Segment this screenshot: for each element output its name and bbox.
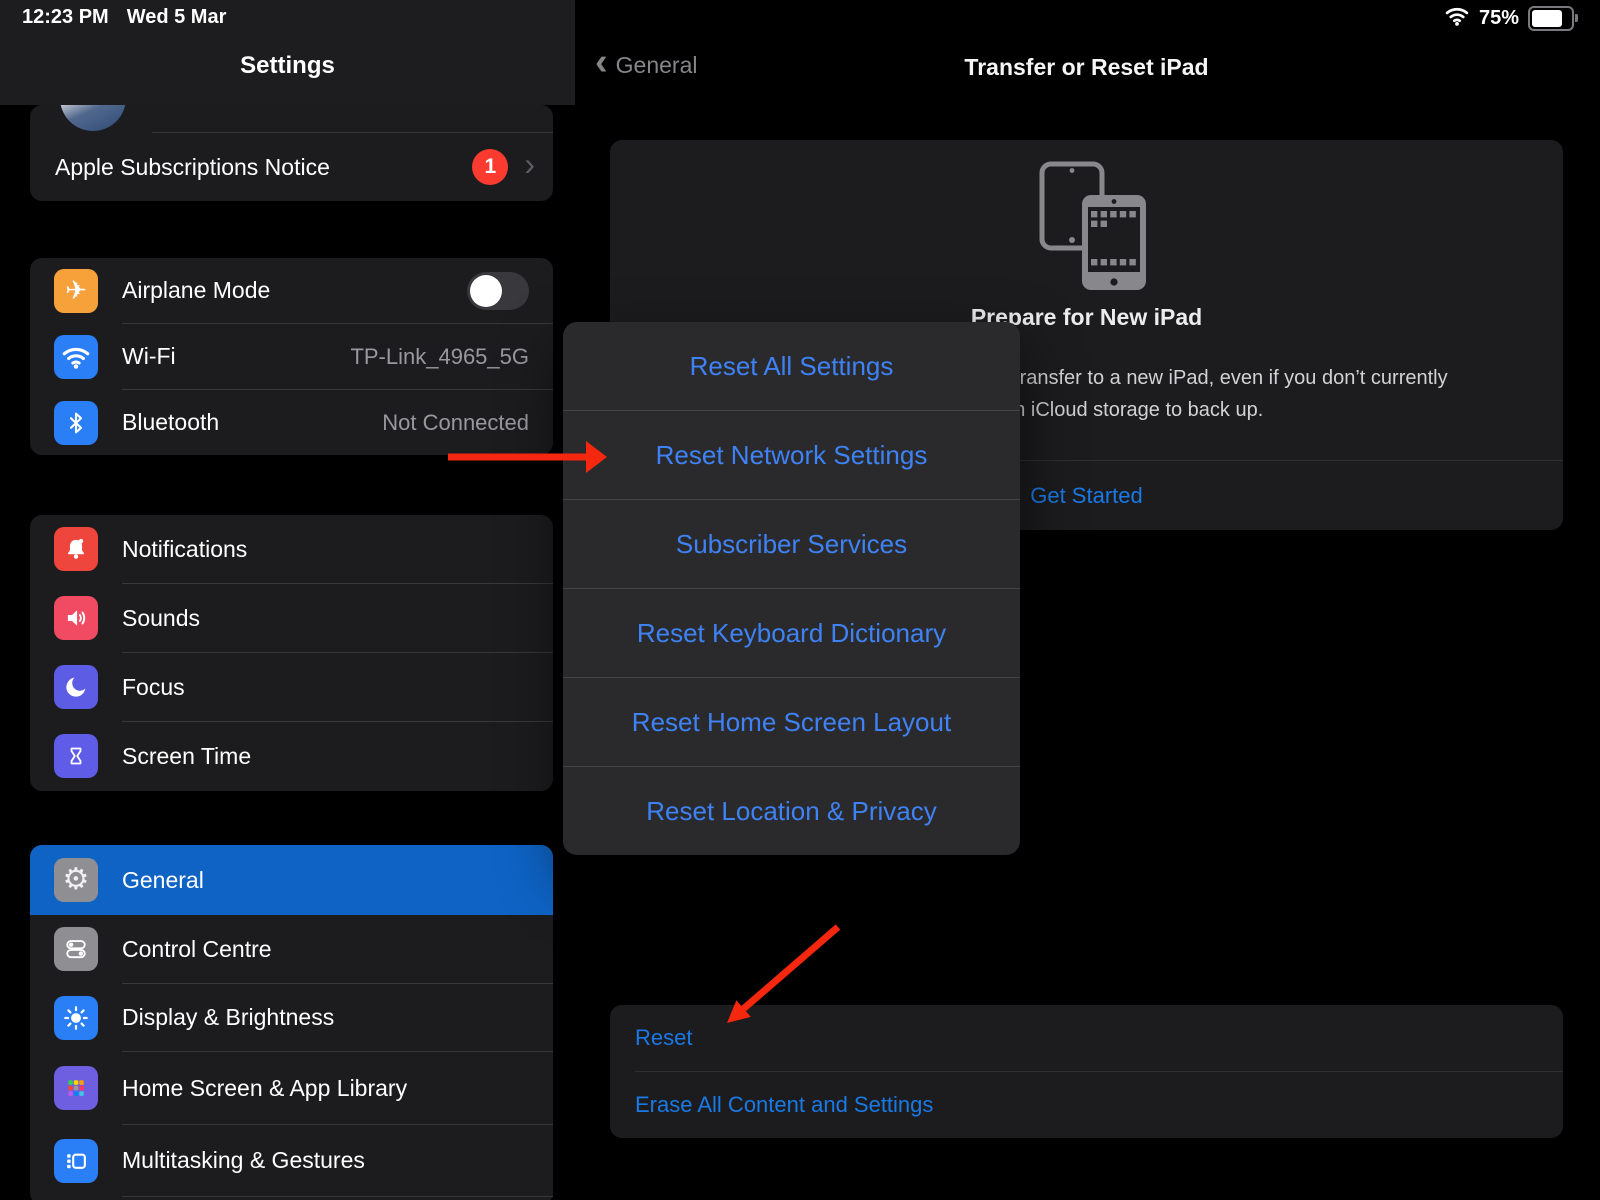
- reset-card: Reset Erase All Content and Settings: [610, 1005, 1563, 1138]
- menu-item-reset-location-privacy[interactable]: Reset Location & Privacy: [563, 767, 1020, 855]
- status-date: Wed 5 Mar: [127, 6, 227, 29]
- home-screen-label: Home Screen & App Library: [122, 1075, 407, 1102]
- menu-item-subscriber-services[interactable]: Subscriber Services: [563, 500, 1020, 588]
- menu-item-reset-all-settings[interactable]: Reset All Settings: [563, 322, 1020, 410]
- wifi-status-icon: [1444, 6, 1470, 31]
- sidebar-item-sounds[interactable]: Sounds: [30, 584, 553, 652]
- focus-label: Focus: [122, 674, 185, 701]
- sidebar-item-control-centre[interactable]: Control Centre: [30, 915, 553, 983]
- notification-badge: 1: [472, 149, 508, 185]
- app-grid-icon: [54, 1066, 98, 1110]
- wifi-icon: [54, 335, 98, 379]
- sidebar-item-wifi[interactable]: Wi-Fi TP-Link_4965_5G: [30, 324, 553, 389]
- account-card: Apple Subscriptions Notice 1 ›: [30, 105, 553, 201]
- sidebar-title: Settings: [0, 52, 575, 80]
- airplane-mode-label: Airplane Mode: [122, 277, 270, 304]
- chevron-right-icon: ›: [524, 148, 535, 180]
- sidebar-item-bluetooth[interactable]: Bluetooth Not Connected: [30, 390, 553, 455]
- speaker-icon: [54, 596, 98, 640]
- sidebar-item-notifications[interactable]: Notifications: [30, 515, 553, 583]
- wifi-label: Wi-Fi: [122, 343, 176, 370]
- connectivity-card: ✈ Airplane Mode Wi-Fi TP-Link_4965_5G: [30, 258, 553, 455]
- sidebar-item-multitasking[interactable]: Multitasking & Gestures: [30, 1125, 553, 1196]
- system-card: ⚙ General Control Centre: [30, 845, 553, 1200]
- multitasking-label: Multitasking & Gestures: [122, 1147, 365, 1174]
- wifi-value: TP-Link_4965_5G: [350, 344, 529, 370]
- moon-icon: [54, 665, 98, 709]
- battery-percent: 75%: [1479, 7, 1519, 30]
- bell-icon: [54, 527, 98, 571]
- settings-sidebar: Apple Subscriptions Notice 1 › ✈ Airplan…: [0, 0, 575, 1200]
- avatar[interactable]: [60, 105, 126, 131]
- menu-item-reset-keyboard-dictionary[interactable]: Reset Keyboard Dictionary: [563, 589, 1020, 677]
- screen-time-label: Screen Time: [122, 743, 251, 770]
- sidebar-item-subscriptions[interactable]: Apple Subscriptions Notice 1 ›: [55, 133, 535, 201]
- control-centre-label: Control Centre: [122, 936, 272, 963]
- menu-item-reset-network-settings[interactable]: Reset Network Settings: [563, 411, 1020, 499]
- gear-icon: ⚙: [54, 858, 98, 902]
- page-title: Transfer or Reset iPad: [610, 54, 1563, 81]
- erase-all-link[interactable]: Erase All Content and Settings: [610, 1072, 1563, 1138]
- hourglass-icon: [54, 734, 98, 778]
- alerts-card: Notifications Sounds: [30, 515, 553, 791]
- toggles-icon: [54, 927, 98, 971]
- sidebar-item-focus[interactable]: Focus: [30, 653, 553, 721]
- ipad-settings-screen: 12:23 PM Wed 5 Mar 75% Apple Subscriptio…: [0, 0, 1600, 1200]
- sidebar-item-airplane-mode[interactable]: ✈ Airplane Mode: [30, 258, 553, 323]
- status-time: 12:23 PM: [22, 6, 109, 29]
- sounds-label: Sounds: [122, 605, 200, 632]
- reset-link[interactable]: Reset: [610, 1005, 1563, 1071]
- reset-popup-menu: Reset All Settings Reset Network Setting…: [563, 322, 1020, 855]
- chevron-left-icon: ‹: [595, 47, 608, 77]
- sidebar-item-general[interactable]: ⚙ General: [30, 845, 553, 915]
- display-brightness-label: Display & Brightness: [122, 1004, 334, 1031]
- status-bar-left: 12:23 PM Wed 5 Mar: [22, 6, 226, 29]
- notifications-label: Notifications: [122, 536, 247, 563]
- subscriptions-label: Apple Subscriptions Notice: [55, 154, 330, 181]
- bluetooth-icon: [54, 401, 98, 445]
- bluetooth-value: Not Connected: [382, 410, 529, 436]
- menu-item-reset-home-screen-layout[interactable]: Reset Home Screen Layout: [563, 678, 1020, 766]
- sun-icon: [54, 996, 98, 1040]
- bluetooth-label: Bluetooth: [122, 409, 219, 436]
- airplane-mode-toggle[interactable]: [467, 272, 529, 310]
- general-label: General: [122, 867, 204, 894]
- status-bar-right: 75%: [1444, 6, 1574, 31]
- divider: [122, 1196, 553, 1197]
- airplane-icon: ✈: [54, 269, 98, 313]
- battery-icon: [1528, 6, 1574, 31]
- multitask-icon: [54, 1139, 98, 1183]
- sidebar-item-display-brightness[interactable]: Display & Brightness: [30, 984, 553, 1051]
- transfer-devices-icon: [1038, 160, 1150, 297]
- sidebar-item-screen-time[interactable]: Screen Time: [30, 722, 553, 790]
- sidebar-item-home-screen[interactable]: Home Screen & App Library: [30, 1052, 553, 1124]
